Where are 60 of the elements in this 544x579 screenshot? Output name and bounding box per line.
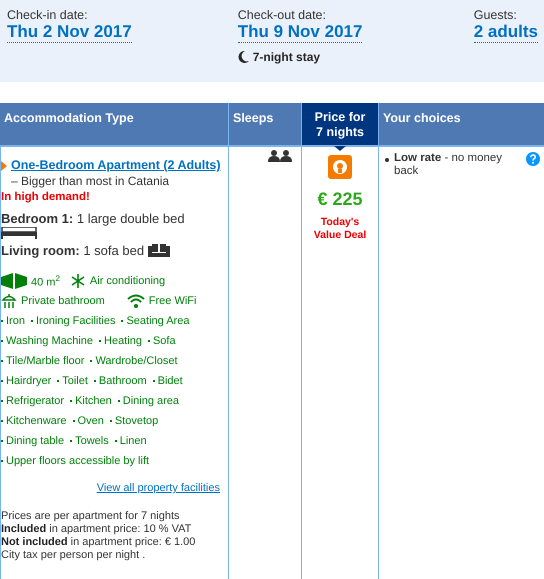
facility: Wardrobe/Closet [95,354,178,369]
column-header: Your choices [378,103,544,145]
facility: Bathroom [98,374,147,389]
snowflake-icon [70,273,86,289]
facility: Kitchenware [6,414,67,429]
deal-label: Today's Value Deal [312,216,368,242]
facility: Towels [75,434,109,449]
facility: Dining area [122,394,180,409]
facility: Tile/Marble floor [6,354,84,369]
room-feature: Air conditioning [90,274,166,289]
field-label: Check-in date: [7,8,88,22]
facility: Bidet [158,374,183,389]
column-header: Price for 7 nights [301,103,378,145]
stay-length: 7-night stay [252,50,320,64]
room-title[interactable]: One-Bedroom Apartment (2 Adults) – Bigger than most in Catania [11,157,226,189]
facility: Oven [78,414,104,429]
facility: Toilet [62,374,88,389]
price-note: City tax per person per night . [1,549,146,562]
date-link[interactable]: Thu 9 Nov 2017 [238,22,362,43]
price-note: Prices are per apartment for 7 nights [1,510,181,523]
bed-info: Living room: 1 sofa bed [1,243,144,259]
bed-info: Bedroom 1: 1 large double bed [1,211,185,226]
room-feature: Private bathroom [21,294,105,309]
room-feature: Free WiFi [148,294,196,309]
facility: Seating Area [126,314,190,329]
help-icon[interactable] [526,152,540,166]
facility: Refrigerator [6,394,64,409]
people-icon [268,150,292,162]
facility: Hairdryer [6,374,52,389]
floor-area-icon [1,273,27,289]
facility: Dining table [6,434,64,449]
shower-icon [1,293,17,309]
facility: Iron [6,314,25,329]
field-label: Check-out date: [238,8,326,22]
column-header: Accommodation Type [0,103,228,145]
field-label: Guests: [474,8,517,22]
price-note: Included in apartment price: 10 % VAT [1,523,192,536]
date-link[interactable]: 2 adults [474,22,538,43]
sofa-icon [148,244,170,258]
date-link[interactable]: Thu 2 Nov 2017 [7,22,132,43]
facility: Stovetop [114,414,158,429]
facility: Sofa [152,334,176,349]
facility: Ironing Facilities [36,314,116,329]
facilities-link[interactable]: View all property facilities [1,480,220,496]
price: € 225 [317,189,363,210]
bed-icon [1,227,37,239]
lightbulb-icon [328,155,352,179]
facility: Kitchen [75,394,112,409]
moon-icon [238,51,249,63]
price-note: Not included in apartment price: € 1.00 [1,536,196,549]
demand-notice: In high demand! [1,190,91,205]
facility: Washing Machine [6,334,94,349]
room-feature: 40 m$^{2}$ [31,273,60,291]
facility: Upper floors accessible by lift [6,454,150,469]
wifi-icon [126,293,145,309]
column-header: Sleeps [228,103,301,145]
rate-condition: Low rate - no money back [394,152,504,178]
facility: Heating [104,334,142,349]
bullet-icon [1,161,7,171]
facility: Linen [120,434,147,449]
